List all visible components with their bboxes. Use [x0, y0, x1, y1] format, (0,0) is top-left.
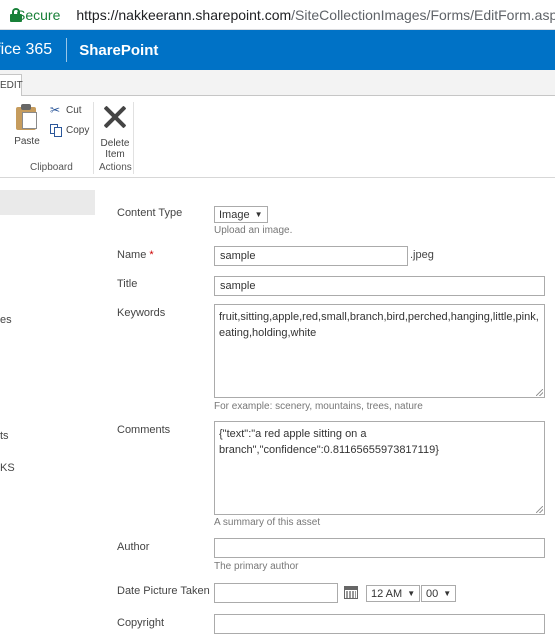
delete-icon: [102, 104, 128, 130]
hour-value: 12 AM: [371, 587, 403, 600]
keywords-textarea[interactable]: fruit,sitting,apple,red,small,branch,bir…: [214, 304, 545, 398]
title-label: Title: [117, 278, 138, 290]
name-label: Name *: [117, 249, 154, 261]
content-type-hint: Upload an image.: [214, 225, 293, 236]
office365-link[interactable]: ffice 365: [0, 41, 52, 59]
clipboard-icon: [16, 104, 38, 130]
keywords-value: fruit,sitting,apple,red,small,branch,bir…: [219, 311, 539, 339]
date-taken-input[interactable]: [214, 583, 338, 603]
comments-hint: A summary of this asset: [214, 517, 321, 528]
date-taken-label: Date Picture Taken: [117, 585, 210, 597]
required-marker: *: [149, 249, 154, 261]
comments-textarea[interactable]: {"text":"a red apple sitting on a branch…: [214, 421, 545, 515]
copyright-label: Copyright: [117, 617, 165, 629]
actions-group-label: Actions: [99, 162, 132, 173]
suite-bar: ffice 365 SharePoint: [0, 30, 555, 70]
ribbon-tab-strip: EDIT: [0, 70, 555, 97]
file-extension: .jpeg: [410, 249, 434, 261]
comments-label: Comments: [117, 424, 171, 436]
nav-item-fragment[interactable]: KS: [0, 462, 15, 474]
keywords-label: Keywords: [117, 307, 166, 319]
copy-button[interactable]: Copy: [50, 124, 89, 137]
left-navigation: es ts KS: [0, 178, 95, 640]
nav-item-selected[interactable]: [0, 190, 95, 215]
dropdown-arrow-icon: ▼: [443, 589, 452, 598]
calendar-icon[interactable]: [344, 586, 358, 599]
nav-item-fragment[interactable]: es: [0, 314, 12, 326]
minute-select[interactable]: 00 ▼: [421, 585, 457, 602]
cut-button[interactable]: ✂ Cut: [50, 104, 82, 117]
content-type-select[interactable]: Image ▼: [214, 206, 268, 223]
hour-select[interactable]: 12 AM ▼: [366, 585, 421, 602]
delete-label-line1: Delete: [100, 138, 130, 149]
copy-label: Copy: [66, 125, 90, 136]
author-hint: The primary author: [214, 561, 299, 572]
tab-edit[interactable]: EDIT: [0, 74, 23, 97]
nav-item-fragment[interactable]: ts: [0, 430, 9, 442]
copy-icon: [50, 124, 63, 137]
paste-button[interactable]: Paste: [10, 104, 44, 147]
suite-divider: [66, 38, 68, 62]
scissors-icon: ✂: [50, 103, 61, 117]
secure-indicator[interactable]: Secure: [16, 7, 60, 23]
author-input[interactable]: [214, 538, 545, 558]
sharepoint-link[interactable]: SharePoint: [79, 42, 158, 59]
content-type-value: Image: [219, 208, 250, 221]
resize-grip-icon[interactable]: [536, 389, 543, 396]
browser-address-bar[interactable]: Secure https://nakkeerann.sharepoint.com…: [0, 0, 555, 30]
copyright-input[interactable]: [214, 614, 545, 634]
resize-grip-icon[interactable]: [536, 506, 543, 513]
paste-label: Paste: [14, 136, 40, 147]
author-label: Author: [117, 541, 150, 553]
url-host[interactable]: https://nakkeerann.sharepoint.com: [76, 7, 291, 23]
comments-value: {"text":"a red apple sitting on a branch…: [219, 428, 439, 456]
content-type-label: Content Type: [117, 207, 183, 219]
dropdown-arrow-icon: ▼: [407, 589, 416, 598]
ribbon-group-divider: [133, 102, 134, 174]
ribbon-group-divider: [93, 102, 94, 174]
delete-item-button[interactable]: Delete Item: [98, 104, 132, 160]
delete-label-line2: Item: [105, 149, 125, 160]
ribbon-body: [0, 96, 555, 178]
cut-label: Cut: [66, 105, 82, 116]
keywords-hint: For example: scenery, mountains, trees, …: [214, 401, 423, 412]
clipboard-group-label: Clipboard: [30, 162, 73, 173]
name-input[interactable]: sample: [214, 246, 408, 266]
title-input[interactable]: sample: [214, 276, 545, 296]
dropdown-arrow-icon: ▼: [254, 210, 263, 219]
minute-value: 00: [426, 587, 439, 600]
url-path[interactable]: /SiteCollectionImages/Forms/EditForm.asp…: [291, 7, 555, 23]
